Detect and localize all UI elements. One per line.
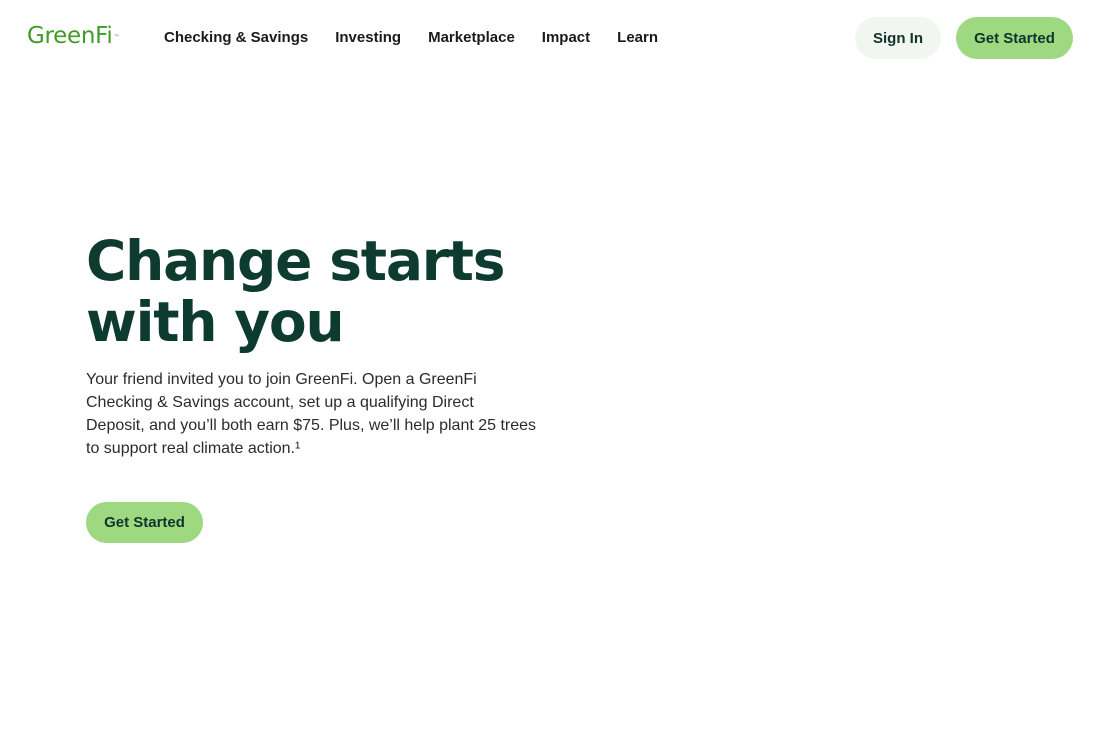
- hero-description-line-4: to support real climate action.¹: [86, 440, 301, 457]
- main-nav: Checking & Savings Investing Marketplace…: [164, 29, 658, 47]
- nav-link-impact[interactable]: Impact: [542, 29, 590, 47]
- hero-description-line-2: Checking & Savings account, set up a qua…: [86, 394, 474, 411]
- sign-in-button[interactable]: Sign In: [855, 17, 941, 59]
- nav-link-investing[interactable]: Investing: [335, 29, 401, 47]
- hero-description: Your friend invited you to join GreenFi.…: [86, 368, 546, 460]
- page: GreenFi™ Checking & Savings Investing Ma…: [0, 0, 1100, 739]
- site-header: GreenFi™ Checking & Savings Investing Ma…: [0, 0, 1100, 76]
- logo-trademark: ™: [113, 34, 120, 41]
- nav-link-marketplace[interactable]: Marketplace: [428, 29, 515, 47]
- hero-description-line-1: Your friend invited you to join GreenFi.…: [86, 371, 477, 388]
- greenfi-logo[interactable]: GreenFi™: [27, 22, 119, 50]
- hero-title-line-2: with you: [86, 290, 345, 354]
- hero-description-line-3: Deposit, and you’ll both earn $75. Plus,…: [86, 417, 537, 434]
- nav-link-checking-savings[interactable]: Checking & Savings: [164, 29, 308, 47]
- hero-get-started-button[interactable]: Get Started: [86, 502, 203, 543]
- hero-title: Change starts with you: [86, 231, 546, 353]
- nav-link-learn[interactable]: Learn: [617, 29, 658, 47]
- logo-text: GreenFi: [27, 23, 113, 49]
- header-get-started-button[interactable]: Get Started: [956, 17, 1073, 59]
- hero-title-line-1: Change starts: [86, 229, 506, 293]
